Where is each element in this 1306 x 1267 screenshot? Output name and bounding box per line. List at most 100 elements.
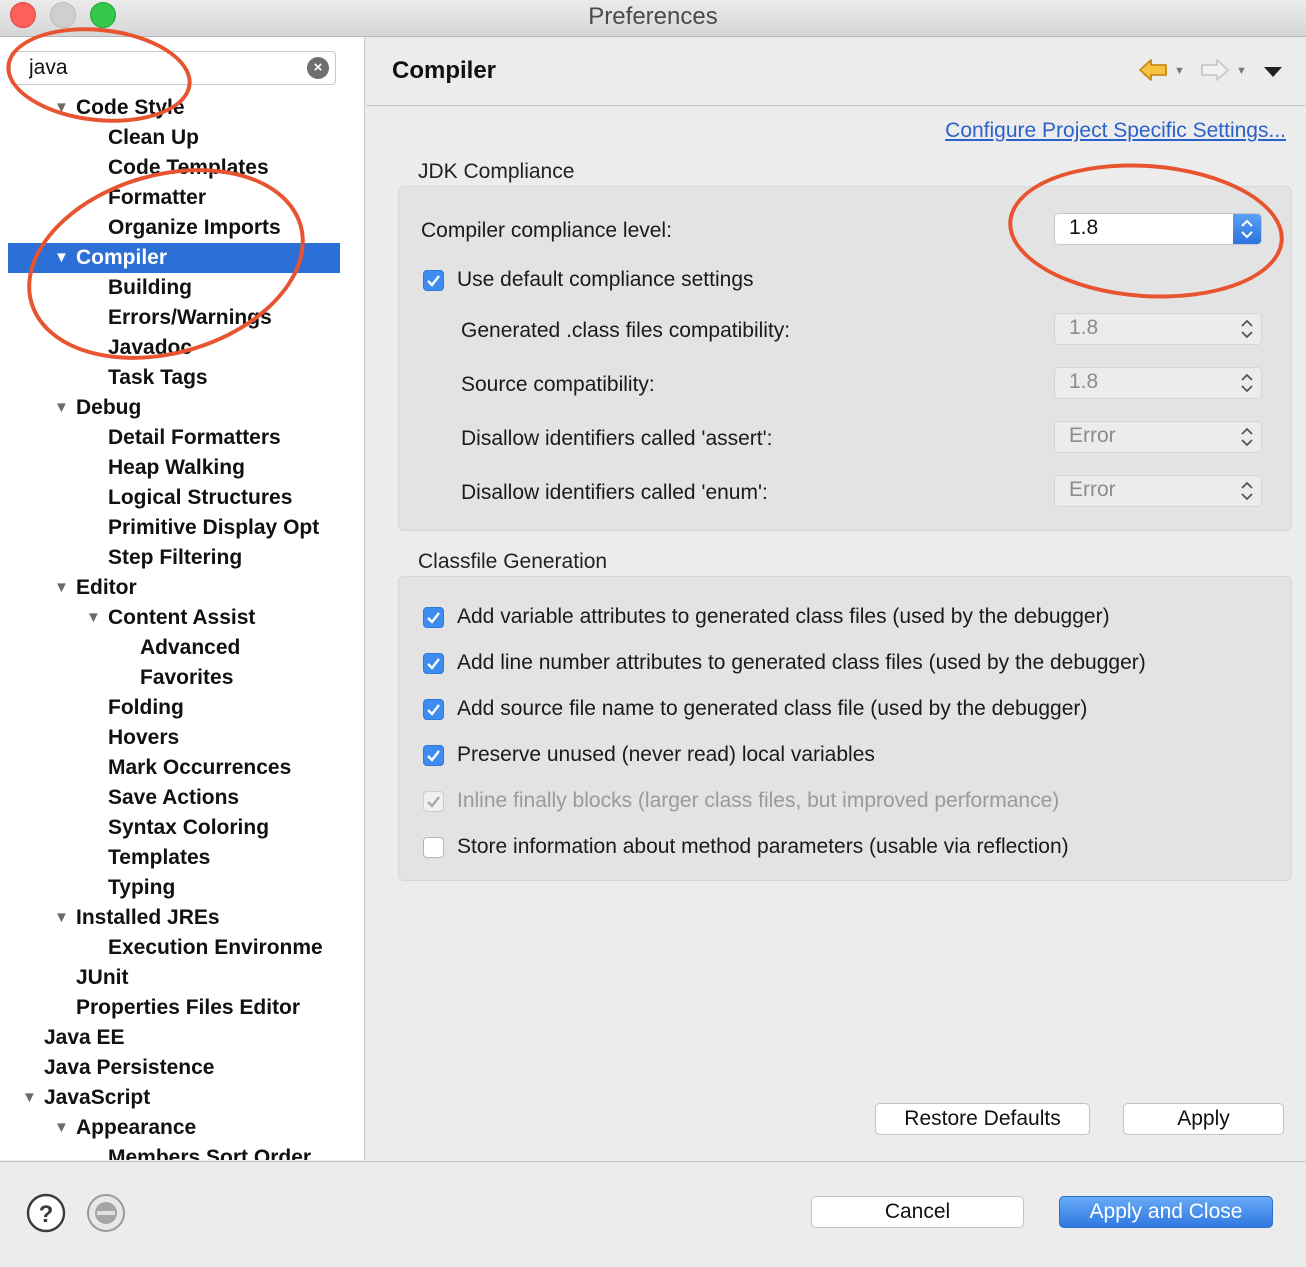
disclosure-triangle-icon[interactable]: ▼ [54, 903, 69, 933]
tree-item[interactable]: ▼ JavaScript [8, 1083, 340, 1113]
import-export-icon[interactable] [86, 1193, 126, 1238]
classfile-option-label: Add source file name to generated class … [457, 697, 1088, 720]
classfile-option-checkbox [423, 791, 444, 812]
select-arrows-icon [1233, 368, 1261, 398]
classfile-option-checkbox[interactable] [423, 837, 444, 858]
classfile-option-label: Add variable attributes to generated cla… [457, 605, 1110, 628]
use-default-compliance-label: Use default compliance settings [457, 268, 754, 291]
tree-item[interactable]: Execution Environme [8, 933, 340, 963]
tree-item-label: Templates [108, 846, 211, 869]
restore-defaults-button[interactable]: Restore Defaults [875, 1103, 1090, 1135]
forward-arrow-icon[interactable] [1200, 55, 1230, 85]
cancel-button[interactable]: Cancel [811, 1196, 1024, 1228]
classfile-generation-title: Classfile Generation [418, 550, 608, 573]
disallow-assert-value: Error [1069, 424, 1116, 447]
tree-item[interactable]: Advanced [8, 633, 340, 663]
disallow-assert-select[interactable]: Error [1054, 421, 1262, 453]
tree-item-label: Logical Structures [108, 486, 293, 509]
tree-item[interactable]: Typing [8, 873, 340, 903]
select-arrows-icon [1233, 314, 1261, 344]
disclosure-triangle-icon[interactable]: ▼ [86, 603, 101, 633]
tree-item[interactable]: Primitive Display Opt [8, 513, 340, 543]
tree-item[interactable]: ▼ Appearance [8, 1113, 340, 1143]
tree-item-label: Installed JREs [76, 906, 220, 929]
class-files-compat-select[interactable]: 1.8 [1054, 313, 1262, 345]
disclosure-triangle-icon[interactable]: ▼ [22, 1083, 37, 1113]
tree-item-label: Task Tags [108, 366, 208, 389]
tree-item[interactable]: ▼ Debug [8, 393, 340, 423]
page-title: Compiler [392, 57, 497, 84]
configure-project-settings-link[interactable]: Configure Project Specific Settings... [945, 119, 1286, 143]
classfile-option-label: Inline finally blocks (larger class file… [457, 789, 1060, 812]
tree-item-label: Syntax Coloring [108, 816, 270, 839]
tree-item[interactable]: ▼ Installed JREs [8, 903, 340, 933]
tree-item[interactable]: Detail Formatters [8, 423, 340, 453]
tree-item[interactable]: Syntax Coloring [8, 813, 340, 843]
tree-item[interactable]: ▼ Editor [8, 573, 340, 603]
apply-and-close-button[interactable]: Apply and Close [1059, 1196, 1273, 1228]
tree-item-label: Favorites [140, 666, 234, 689]
disclosure-triangle-icon[interactable]: ▼ [54, 393, 69, 423]
tree-item[interactable]: Task Tags [8, 363, 340, 393]
disclosure-triangle-icon[interactable]: ▼ [54, 1113, 69, 1143]
tree-item-label: Detail Formatters [108, 426, 281, 449]
tree-item[interactable]: Templates [8, 843, 340, 873]
tree-item[interactable]: Folding [8, 693, 340, 723]
disallow-enum-label: Disallow identifiers called 'enum': [461, 481, 768, 504]
classfile-option-checkbox[interactable] [423, 745, 444, 766]
source-compat-value: 1.8 [1069, 370, 1099, 393]
tree-item-label: Execution Environme [108, 936, 323, 959]
tree-item[interactable]: ▼ Content Assist [8, 603, 340, 633]
tree-item[interactable]: Save Actions [8, 783, 340, 813]
tree-item[interactable]: Step Filtering [8, 543, 340, 573]
page-header: Compiler ▼ ▼ [366, 37, 1306, 106]
tree-item-label: Advanced [140, 636, 241, 659]
classfile-option-checkbox[interactable] [423, 607, 444, 628]
tree-item[interactable]: Properties Files Editor [8, 993, 340, 1023]
tree-item-label: Debug [76, 396, 142, 419]
tree-item[interactable]: Java Persistence [8, 1053, 340, 1083]
svg-text:?: ? [39, 1201, 54, 1228]
tree-item-label: Content Assist [108, 606, 256, 629]
classfile-option-checkbox[interactable] [423, 699, 444, 720]
help-icon[interactable]: ? [26, 1193, 66, 1238]
source-compat-label: Source compatibility: [461, 373, 655, 396]
tree-item-label: Appearance [76, 1116, 197, 1139]
class-files-compat-label: Generated .class files compatibility: [461, 319, 791, 342]
back-arrow-icon[interactable] [1138, 55, 1168, 85]
classfile-option-checkbox[interactable] [423, 653, 444, 674]
tree-item-label: JavaScript [44, 1086, 151, 1109]
apply-button[interactable]: Apply [1123, 1103, 1284, 1135]
tree-item-label: Save Actions [108, 786, 240, 809]
source-compat-select[interactable]: 1.8 [1054, 367, 1262, 399]
tree-item-label: Editor [76, 576, 137, 599]
tree-item[interactable]: Clean Up [8, 123, 340, 153]
tree-item[interactable]: Favorites [8, 663, 340, 693]
tree-item[interactable]: Hovers [8, 723, 340, 753]
classfile-option-label: Preserve unused (never read) local varia… [457, 743, 875, 766]
tree-item-label: Primitive Display Opt [108, 516, 320, 539]
clear-circle-icon[interactable]: × [307, 57, 329, 79]
tree-item-label: Step Filtering [108, 546, 243, 569]
tree-item[interactable]: Logical Structures [8, 483, 340, 513]
tree-item[interactable]: Java EE [8, 1023, 340, 1053]
jdk-compliance-title: JDK Compliance [418, 160, 575, 183]
tree-item-label: Folding [108, 696, 184, 719]
tree-item-label: Clean Up [108, 126, 200, 149]
tree-item-label: Members Sort Order [108, 1146, 312, 1160]
tree-item[interactable]: Heap Walking [8, 453, 340, 483]
forward-dropdown-icon[interactable]: ▼ [1236, 65, 1247, 77]
select-arrows-icon [1233, 476, 1261, 506]
disclosure-triangle-icon[interactable]: ▼ [54, 573, 69, 603]
title-bar: Preferences [0, 0, 1306, 37]
use-default-compliance-checkbox[interactable] [423, 270, 444, 291]
tree-item-label: Hovers [108, 726, 180, 749]
back-dropdown-icon[interactable]: ▼ [1174, 65, 1185, 77]
classfile-option-label: Store information about method parameter… [457, 835, 1069, 858]
tree-item[interactable]: Mark Occurrences [8, 753, 340, 783]
tree-item[interactable]: JUnit [8, 963, 340, 993]
tree-item[interactable]: Members Sort Order [8, 1143, 340, 1160]
disallow-enum-select[interactable]: Error [1054, 475, 1262, 507]
view-menu-icon[interactable] [1264, 67, 1282, 77]
classfile-generation-group: Add variable attributes to generated cla… [398, 576, 1292, 881]
